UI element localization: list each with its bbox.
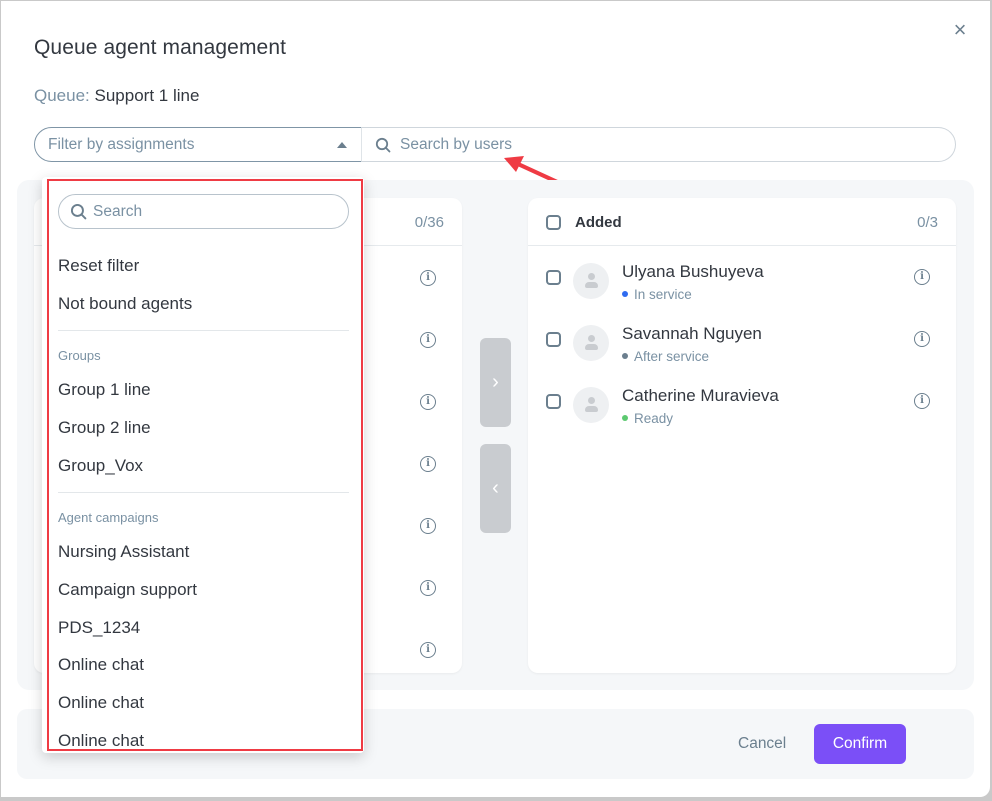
menu-item-campaign[interactable]: Online chat (58, 693, 144, 713)
agent-status: In service (622, 287, 692, 302)
filter-dropdown-menu: Search Reset filter Not bound agents Gro… (42, 177, 364, 753)
info-icon[interactable]: i (914, 393, 930, 409)
menu-item-reset-filter[interactable]: Reset filter (58, 256, 139, 276)
dropdown-search-placeholder: Search (93, 203, 143, 220)
menu-item-group[interactable]: Group_Vox (58, 456, 143, 476)
info-icon[interactable]: i (420, 394, 436, 410)
search-users-placeholder: Search by users (400, 136, 512, 153)
menu-item-campaign[interactable]: Campaign support (58, 580, 197, 600)
agent-checkbox[interactable] (546, 270, 561, 285)
added-header-label: Added (575, 214, 622, 231)
info-icon[interactable]: i (420, 518, 436, 534)
agent-status: After service (622, 349, 709, 364)
info-icon[interactable]: i (914, 331, 930, 347)
dropdown-search-input[interactable]: Search (58, 194, 349, 229)
select-all-added-checkbox[interactable] (546, 215, 561, 230)
agent-row[interactable]: Ulyana Bushuyeva In service i (528, 253, 956, 315)
menu-item-campaign[interactable]: Nursing Assistant (58, 542, 189, 562)
menu-item-group[interactable]: Group 1 line (58, 380, 151, 400)
filter-placeholder: Filter by assignments (48, 136, 195, 153)
divider (58, 492, 349, 493)
status-dot-icon (622, 415, 628, 421)
queue-info: Queue: Support 1 line (34, 86, 199, 106)
status-text: After service (634, 349, 710, 364)
agent-name: Savannah Nguyen (622, 324, 762, 343)
info-icon[interactable]: i (420, 270, 436, 286)
move-right-button[interactable]: › (480, 338, 511, 427)
close-icon[interactable]: × (950, 19, 970, 41)
cancel-button[interactable]: Cancel (738, 735, 786, 753)
available-count: 0/36 (414, 214, 444, 231)
status-text: Ready (634, 411, 674, 426)
confirm-button[interactable]: Confirm (814, 724, 906, 764)
queue-value: Support 1 line (94, 86, 200, 105)
menu-item-campaign[interactable]: Online chat (58, 655, 144, 675)
agent-status: Ready (622, 411, 673, 426)
dialog-title: Queue agent management (34, 36, 287, 59)
status-dot-icon (622, 291, 628, 297)
agent-checkbox[interactable] (546, 394, 561, 409)
added-agents-panel: Added 0/3 Ulyana Bushuyeva In service i … (528, 198, 956, 673)
section-label-groups: Groups (58, 348, 101, 363)
avatar (573, 387, 609, 423)
search-icon (375, 137, 391, 153)
info-icon[interactable]: i (420, 332, 436, 348)
move-left-button[interactable]: ‹ (480, 444, 511, 533)
menu-item-campaign[interactable]: PDS_1234 (58, 618, 140, 638)
agent-checkbox[interactable] (546, 332, 561, 347)
menu-item-not-bound-agents[interactable]: Not bound agents (58, 294, 192, 314)
menu-item-campaign[interactable]: Online chat (58, 731, 144, 751)
avatar (573, 263, 609, 299)
info-icon[interactable]: i (420, 580, 436, 596)
info-icon[interactable]: i (914, 269, 930, 285)
added-count: 0/3 (917, 214, 938, 231)
agent-name: Ulyana Bushuyeva (622, 262, 764, 281)
menu-item-group[interactable]: Group 2 line (58, 418, 151, 438)
added-panel-header: Added 0/3 (528, 198, 956, 246)
search-icon (70, 203, 87, 220)
status-text: In service (634, 287, 692, 302)
queue-label: Queue: (34, 86, 90, 105)
divider (58, 330, 349, 331)
info-icon[interactable]: i (420, 642, 436, 658)
avatar (573, 325, 609, 361)
status-dot-icon (622, 353, 628, 359)
agent-row[interactable]: Savannah Nguyen After service i (528, 315, 956, 377)
agent-row[interactable]: Catherine Muravieva Ready i (528, 377, 956, 439)
search-users-input[interactable]: Search by users (361, 127, 956, 162)
section-label-campaigns: Agent campaigns (58, 510, 159, 525)
info-icon[interactable]: i (420, 456, 436, 472)
agent-name: Catherine Muravieva (622, 386, 779, 405)
filter-by-assignments-select[interactable]: Filter by assignments (34, 127, 362, 162)
caret-up-icon (337, 142, 347, 148)
